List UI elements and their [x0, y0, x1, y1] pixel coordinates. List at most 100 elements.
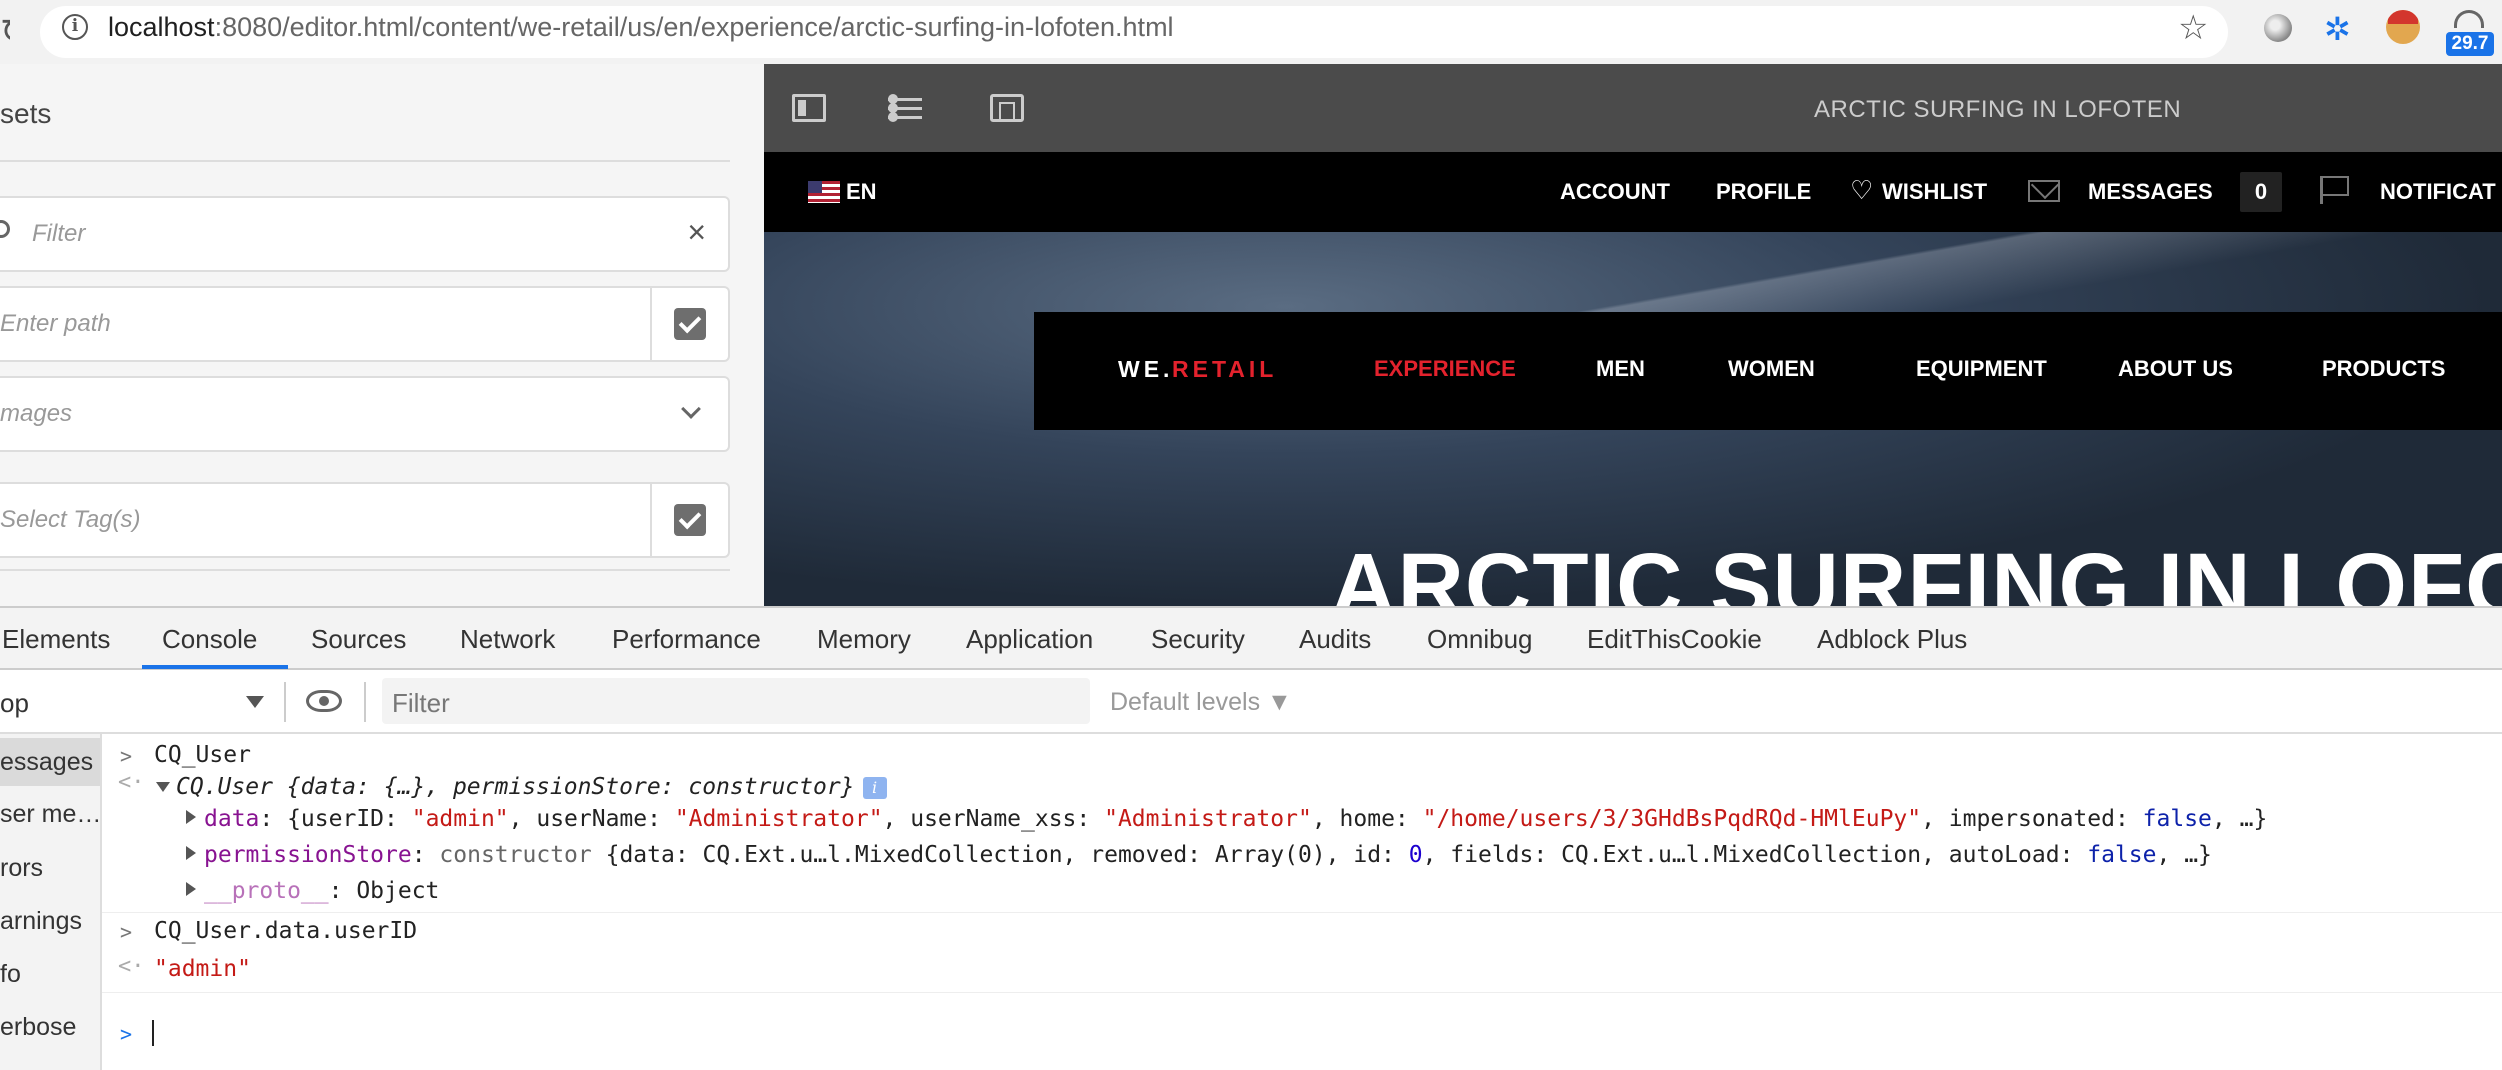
- text-cursor[interactable]: [152, 1020, 154, 1046]
- slider-line: [888, 103, 922, 113]
- page-properties-icon[interactable]: [888, 94, 922, 122]
- devtools-tab-bar: Elements Console Sources Network Perform…: [0, 608, 2502, 670]
- messages-link[interactable]: MESSAGES: [2088, 179, 2213, 205]
- wishlist-link[interactable]: WISHLIST: [1882, 179, 1987, 205]
- console-command: CQ_User.data.userID: [154, 918, 418, 944]
- editor-toolbar: ARCTIC SURFING IN LOFOTEN: [764, 64, 2502, 152]
- url-text[interactable]: localhost:8080/editor.html/content/we-re…: [108, 12, 1174, 43]
- tab-console[interactable]: Console: [162, 624, 257, 655]
- tab-elements[interactable]: Elements: [2, 624, 110, 655]
- sidebar-item-warnings[interactable]: arnings: [0, 907, 82, 936]
- nav-products[interactable]: PRODUCTS: [2322, 356, 2445, 382]
- expand-triangle-icon[interactable]: [186, 882, 196, 896]
- notifications-link[interactable]: NOTIFICAT: [2380, 179, 2496, 205]
- path-input[interactable]: Enter path: [0, 286, 730, 362]
- browser-address-bar: ↻ i localhost:8080/editor.html/content/w…: [0, 0, 2502, 64]
- profile-link[interactable]: PROFILE: [1716, 179, 1811, 205]
- emulator-icon[interactable]: [990, 94, 1024, 122]
- text: , home:: [1311, 806, 1423, 832]
- us-flag-icon[interactable]: [808, 181, 840, 203]
- url-host: localhost: [108, 12, 215, 42]
- nav-experience[interactable]: EXPERIENCE: [1374, 356, 1516, 382]
- site-info-icon[interactable]: i: [62, 14, 88, 40]
- console-output[interactable]: > CQ_User <· CQ.User {data: {…}, permiss…: [102, 734, 2502, 1070]
- page-title: ARCTIC SURFING IN LOFOTEN: [1814, 96, 2182, 123]
- eye-icon[interactable]: [306, 690, 342, 712]
- extension-bug-icon[interactable]: ✲: [2324, 10, 2351, 48]
- expand-triangle-icon[interactable]: [186, 846, 196, 860]
- string-value: "admin": [411, 806, 509, 832]
- expand-triangle-icon[interactable]: [156, 782, 170, 792]
- expand-triangle-icon[interactable]: [186, 810, 196, 824]
- reload-icon[interactable]: ↻: [0, 12, 10, 52]
- info-icon[interactable]: i: [862, 776, 887, 799]
- search-icon: [0, 220, 10, 238]
- text: , …}: [2211, 806, 2268, 832]
- nav-equipment[interactable]: EQUIPMENT: [1916, 356, 2047, 382]
- tab-editthiscookie[interactable]: EditThisCookie: [1587, 624, 1762, 655]
- text: , userName_xss:: [882, 806, 1105, 832]
- asset-type-value: mages: [0, 400, 73, 427]
- language-selector[interactable]: EN: [846, 179, 877, 205]
- devtools-panel: Elements Console Sources Network Perform…: [0, 606, 2502, 1070]
- tags-picker-button[interactable]: [650, 482, 728, 558]
- divider: [102, 992, 2502, 993]
- sidebar-item-user-messages[interactable]: ser me…: [0, 800, 101, 829]
- console-filter-input[interactable]: Filter: [382, 678, 1090, 724]
- data-property-row[interactable]: data: {userID: "admin", userName: "Admin…: [204, 806, 2267, 832]
- asset-type-select[interactable]: mages: [0, 376, 730, 452]
- string-value: "Administrator": [674, 806, 883, 832]
- clear-icon[interactable]: ×: [687, 214, 706, 251]
- path-browse-button[interactable]: [650, 286, 728, 362]
- extension-speed-gauge-icon[interactable]: 29.7: [2446, 6, 2494, 56]
- console-sidebar: essages ser me… rors arnings fo erbose: [0, 734, 102, 1070]
- context-selector[interactable]: op: [0, 688, 29, 719]
- tab-omnibug[interactable]: Omnibug: [1427, 624, 1533, 655]
- hero-title: ARCTIC SURFING IN LOFO: [1330, 535, 2502, 606]
- flag-icon: [2320, 176, 2350, 204]
- object-class: CQ.User: [176, 774, 273, 800]
- divider: [364, 682, 366, 722]
- text: , userName:: [508, 806, 675, 832]
- messages-count-badge: 0: [2240, 172, 2282, 212]
- tab-security[interactable]: Security: [1151, 624, 1245, 655]
- asset-filter-input[interactable]: Filter ×: [0, 196, 730, 272]
- tab-sources[interactable]: Sources: [311, 624, 406, 655]
- log-levels-dropdown[interactable]: Default levels ▼: [1110, 688, 1292, 717]
- sidebar-item-verbose[interactable]: erbose: [0, 1013, 76, 1042]
- console-command: CQ_User: [154, 742, 251, 768]
- site-main-nav: WE. RETAIL EXPERIENCE MEN WOMEN EQUIPMEN…: [1034, 312, 2502, 430]
- tab-audits[interactable]: Audits: [1299, 624, 1371, 655]
- nav-about-us[interactable]: ABOUT US: [2118, 356, 2233, 382]
- nav-men[interactable]: MEN: [1596, 356, 1645, 382]
- sidebar-item-errors[interactable]: rors: [0, 854, 43, 883]
- extension-grey-circle-icon[interactable]: [2264, 14, 2292, 42]
- caret-down-icon[interactable]: [246, 696, 264, 708]
- constructor-label: constructor: [439, 842, 592, 868]
- brand-logo-we[interactable]: WE.: [1118, 356, 1173, 383]
- account-link[interactable]: ACCOUNT: [1560, 179, 1670, 205]
- extension-avatar-icon[interactable]: [2386, 10, 2420, 44]
- object-summary[interactable]: CQ.User {data: {…}, permissionStore: con…: [176, 774, 887, 800]
- tab-network[interactable]: Network: [460, 624, 555, 655]
- input-prompt-icon: >: [120, 1022, 133, 1046]
- number-value: 0: [1408, 842, 1423, 868]
- sidebar-item-messages[interactable]: essages: [0, 748, 93, 777]
- tags-input[interactable]: Select Tag(s): [0, 482, 730, 558]
- brand-logo-retail[interactable]: RETAIL: [1172, 356, 1277, 383]
- tab-memory[interactable]: Memory: [817, 624, 911, 655]
- proto-row[interactable]: __proto__: Object: [204, 878, 439, 904]
- tab-application[interactable]: Application: [966, 624, 1093, 655]
- url-path: :8080/editor.html/content/we-retail/us/e…: [214, 12, 1174, 42]
- tab-performance[interactable]: Performance: [612, 624, 761, 655]
- sidebar-item-info[interactable]: fo: [0, 960, 21, 989]
- tab-adblock-plus[interactable]: Adblock Plus: [1817, 624, 1967, 655]
- nav-women[interactable]: WOMEN: [1728, 356, 1815, 382]
- text: {data: CQ.Ext.u…l.MixedCollection, remov…: [591, 842, 1409, 868]
- extension-badge: 29.7: [2446, 32, 2494, 56]
- bookmark-star-icon[interactable]: ☆: [2178, 8, 2208, 48]
- permission-store-row[interactable]: permissionStore: constructor {data: CQ.E…: [204, 842, 2212, 868]
- side-panel-toggle-icon[interactable]: [792, 94, 826, 122]
- property-key: permissionStore: [204, 842, 412, 868]
- return-arrow-icon: <·: [118, 954, 145, 979]
